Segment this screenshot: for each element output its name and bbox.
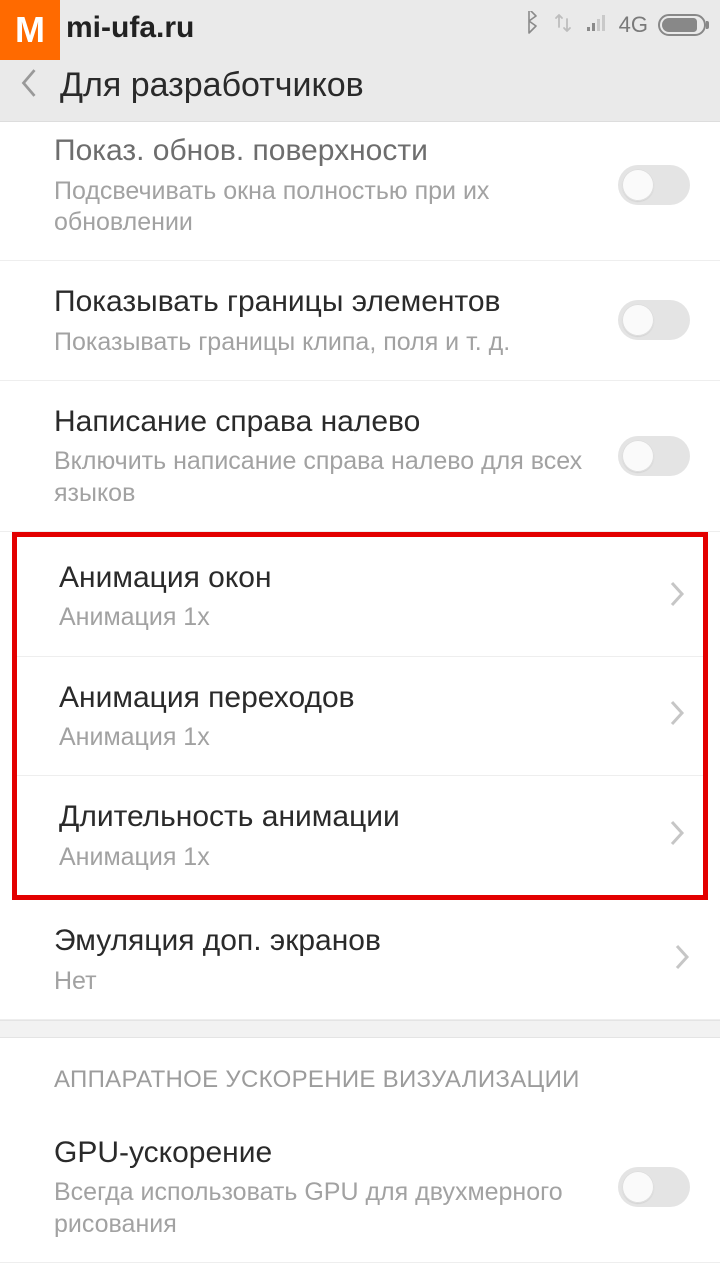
setting-subtitle: Всегда использовать GPU для двухмерного … (54, 1177, 618, 1240)
back-button[interactable] (18, 66, 40, 105)
chevron-right-icon (674, 943, 690, 976)
status-icons: 4G (517, 11, 706, 40)
setting-title: Показ. обнов. поверхности (54, 132, 618, 170)
setting-secondary-display[interactable]: Эмуляция доп. экранов Нет (0, 900, 720, 1020)
page-header: Для разработчиков (0, 50, 720, 122)
page-title: Для разработчиков (60, 66, 364, 105)
section-header-hw-accel: АППАРАТНОЕ УСКОРЕНИЕ ВИЗУАЛИЗАЦИИ (0, 1038, 720, 1112)
setting-gpu-updates[interactable]: Показывать обнов. экрана Подсвечивать об… (0, 1263, 720, 1280)
setting-rtl[interactable]: Написание справа налево Включить написан… (0, 381, 720, 532)
battery-icon (658, 14, 706, 36)
setting-subtitle: Анимация 1x (59, 842, 669, 873)
setting-title: Показывать границы элементов (54, 283, 618, 321)
settings-list: Показ. обнов. поверхности Подсвечивать о… (0, 122, 720, 1280)
setting-title: GPU-ускорение (54, 1134, 618, 1172)
chevron-right-icon (669, 580, 685, 613)
watermark-logo: M (0, 0, 60, 60)
toggle-switch[interactable] (618, 165, 690, 205)
setting-transition-animation[interactable]: Анимация переходов Анимация 1x (17, 657, 703, 777)
setting-window-animation[interactable]: Анимация окон Анимация 1x (17, 537, 703, 657)
toggle-switch[interactable] (618, 436, 690, 476)
signal-icon (585, 11, 609, 40)
setting-title: Анимация окон (59, 559, 669, 597)
chevron-right-icon (669, 699, 685, 732)
watermark: M mi-ufa.ru (0, 0, 194, 60)
setting-title: Длительность анимации (59, 798, 669, 836)
setting-subtitle: Включить написание справа налево для все… (54, 446, 618, 509)
setting-subtitle: Показывать границы клипа, поля и т. д. (54, 327, 618, 358)
setting-subtitle: Нет (54, 966, 674, 997)
setting-title: Эмуляция доп. экранов (54, 922, 674, 960)
status-bar: M mi-ufa.ru 4G (0, 0, 720, 50)
highlight-animation-group: Анимация окон Анимация 1x Анимация перех… (12, 532, 708, 900)
watermark-text: mi-ufa.ru (66, 11, 194, 45)
setting-layout-bounds[interactable]: Показывать границы элементов Показывать … (0, 261, 720, 381)
setting-subtitle: Подсвечивать окна полностью при их обнов… (54, 176, 618, 239)
setting-surface-updates[interactable]: Показ. обнов. поверхности Подсвечивать о… (0, 122, 720, 261)
toggle-switch[interactable] (618, 1167, 690, 1207)
chevron-right-icon (669, 819, 685, 852)
section-divider (0, 1020, 720, 1038)
bluetooth-icon (517, 11, 541, 40)
data-arrows-icon (551, 11, 575, 40)
setting-title: Анимация переходов (59, 679, 669, 717)
setting-title: Написание справа налево (54, 403, 618, 441)
toggle-switch[interactable] (618, 300, 690, 340)
setting-subtitle: Анимация 1x (59, 722, 669, 753)
setting-subtitle: Анимация 1x (59, 602, 669, 633)
network-label: 4G (619, 12, 648, 38)
setting-animator-duration[interactable]: Длительность анимации Анимация 1x (17, 776, 703, 895)
setting-gpu-force[interactable]: GPU-ускорение Всегда использовать GPU дл… (0, 1112, 720, 1263)
